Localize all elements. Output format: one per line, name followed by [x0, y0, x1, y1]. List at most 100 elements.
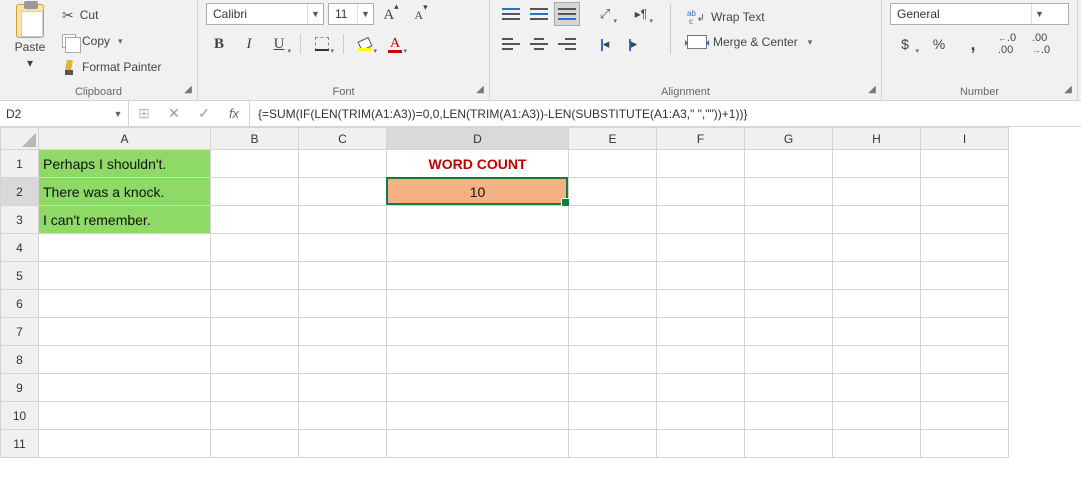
cell-E6[interactable] — [569, 290, 657, 318]
cell-B5[interactable] — [211, 262, 299, 290]
column-header-G[interactable]: G — [745, 128, 833, 150]
cell-B3[interactable] — [211, 206, 299, 234]
cell-F8[interactable] — [657, 346, 745, 374]
cell-A7[interactable] — [39, 318, 211, 346]
cell-A2[interactable]: There was a knock. — [39, 178, 211, 206]
cell-D7[interactable] — [387, 318, 569, 346]
cell-A3[interactable]: I can't remember. — [39, 206, 211, 234]
row-header-1[interactable]: 1 — [1, 150, 39, 178]
name-box[interactable]: ▼ — [0, 101, 129, 126]
cell-D10[interactable] — [387, 402, 569, 430]
cell-G6[interactable] — [745, 290, 833, 318]
cell-D11[interactable] — [387, 430, 569, 458]
column-header-D[interactable]: D — [387, 128, 569, 150]
font-name-input[interactable] — [207, 7, 307, 21]
cell-G9[interactable] — [745, 374, 833, 402]
cell-H11[interactable] — [833, 430, 921, 458]
row-header-5[interactable]: 5 — [1, 262, 39, 290]
cell-D4[interactable] — [387, 234, 569, 262]
cell-D2[interactable]: 10 — [387, 178, 569, 206]
increase-decimal-button[interactable]: ←.0.00 — [992, 32, 1022, 56]
align-right-button[interactable] — [554, 32, 580, 56]
chevron-down-icon[interactable]: ▼ — [307, 4, 323, 24]
text-direction-button[interactable]: ▸¶▾ — [628, 2, 654, 26]
cell-A6[interactable] — [39, 290, 211, 318]
cell-B1[interactable] — [211, 150, 299, 178]
cell-F7[interactable] — [657, 318, 745, 346]
cell-C10[interactable] — [299, 402, 387, 430]
cell-F1[interactable] — [657, 150, 745, 178]
increase-font-button[interactable]: A▴ — [378, 2, 404, 26]
row-header-10[interactable]: 10 — [1, 402, 39, 430]
cell-C6[interactable] — [299, 290, 387, 318]
cell-F6[interactable] — [657, 290, 745, 318]
cut-button[interactable]: ✂ Cut — [58, 4, 165, 26]
cell-B9[interactable] — [211, 374, 299, 402]
align-middle-button[interactable] — [526, 2, 552, 26]
merge-center-button[interactable]: Merge & Center ▾ — [687, 35, 812, 49]
paste-button[interactable]: Paste ▾ — [8, 2, 52, 78]
cell-I11[interactable] — [921, 430, 1009, 458]
cell-F11[interactable] — [657, 430, 745, 458]
format-painter-button[interactable]: Format Painter — [58, 56, 165, 78]
cell-C3[interactable] — [299, 206, 387, 234]
cell-H3[interactable] — [833, 206, 921, 234]
cell-B6[interactable] — [211, 290, 299, 318]
column-header-I[interactable]: I — [921, 128, 1009, 150]
cell-H6[interactable] — [833, 290, 921, 318]
cell-I2[interactable] — [921, 178, 1009, 206]
cell-I8[interactable] — [921, 346, 1009, 374]
cell-C1[interactable] — [299, 150, 387, 178]
decrease-decimal-button[interactable]: .00→.0 — [1026, 32, 1056, 56]
row-header-3[interactable]: 3 — [1, 206, 39, 234]
cell-G10[interactable] — [745, 402, 833, 430]
chevron-down-icon[interactable]: ▼ — [357, 4, 373, 24]
cell-E4[interactable] — [569, 234, 657, 262]
cell-C5[interactable] — [299, 262, 387, 290]
chevron-down-icon[interactable]: ▼ — [1031, 4, 1047, 24]
cell-C11[interactable] — [299, 430, 387, 458]
cell-E9[interactable] — [569, 374, 657, 402]
number-format-combo[interactable]: ▼ — [890, 3, 1069, 25]
cell-D1[interactable]: WORD COUNT — [387, 150, 569, 178]
cell-I1[interactable] — [921, 150, 1009, 178]
cell-B4[interactable] — [211, 234, 299, 262]
font-name-combo[interactable]: ▼ — [206, 3, 324, 25]
cell-C4[interactable] — [299, 234, 387, 262]
clipboard-launcher[interactable]: ◢ — [181, 82, 195, 96]
row-header-7[interactable]: 7 — [1, 318, 39, 346]
cell-H9[interactable] — [833, 374, 921, 402]
number-format-input[interactable] — [891, 7, 1031, 21]
cell-D6[interactable] — [387, 290, 569, 318]
column-header-H[interactable]: H — [833, 128, 921, 150]
column-header-B[interactable]: B — [211, 128, 299, 150]
cell-A5[interactable] — [39, 262, 211, 290]
cell-E10[interactable] — [569, 402, 657, 430]
decrease-indent-button[interactable]: ◂ — [592, 32, 618, 56]
cell-B11[interactable] — [211, 430, 299, 458]
cell-E1[interactable] — [569, 150, 657, 178]
cell-I3[interactable] — [921, 206, 1009, 234]
cell-H7[interactable] — [833, 318, 921, 346]
cell-G4[interactable] — [745, 234, 833, 262]
column-header-A[interactable]: A — [39, 128, 211, 150]
column-header-C[interactable]: C — [299, 128, 387, 150]
cell-C7[interactable] — [299, 318, 387, 346]
increase-indent-button[interactable]: ▸ — [620, 32, 646, 56]
select-all-corner[interactable] — [1, 128, 39, 150]
font-color-button[interactable]: A▾ — [382, 32, 408, 56]
align-center-button[interactable] — [526, 32, 552, 56]
row-header-11[interactable]: 11 — [1, 430, 39, 458]
cell-D3[interactable] — [387, 206, 569, 234]
fill-color-button[interactable]: ▾ — [352, 32, 378, 56]
cell-G7[interactable] — [745, 318, 833, 346]
column-header-F[interactable]: F — [657, 128, 745, 150]
cell-E8[interactable] — [569, 346, 657, 374]
copy-button[interactable]: Copy ▾ — [58, 30, 165, 52]
cell-I4[interactable] — [921, 234, 1009, 262]
cell-H10[interactable] — [833, 402, 921, 430]
percent-button[interactable]: % — [924, 32, 954, 56]
align-left-button[interactable] — [498, 32, 524, 56]
cell-E2[interactable] — [569, 178, 657, 206]
cell-F10[interactable] — [657, 402, 745, 430]
